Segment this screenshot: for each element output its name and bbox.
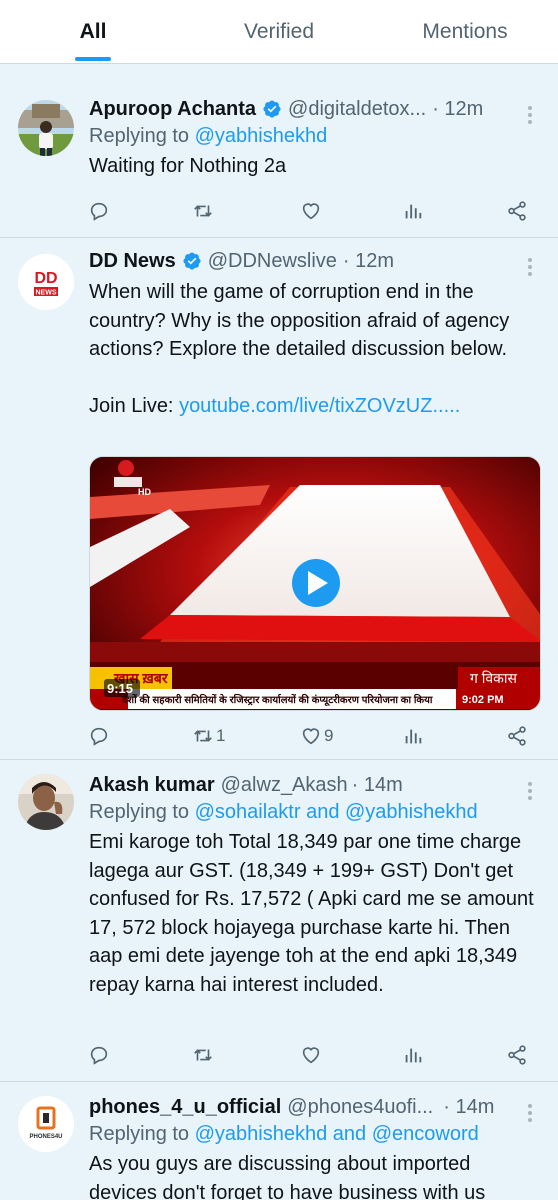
tweet-actions — [88, 198, 530, 224]
heart-icon — [302, 728, 320, 745]
author-handle[interactable]: @alwz_Akash — [221, 772, 348, 798]
tweet-phones4u[interactable]: PHONES4U phones_4_u_official @phones4uof… — [0, 1082, 558, 1200]
share-icon — [508, 1045, 526, 1065]
tweet-text: As you guys are discussing about importe… — [89, 1153, 486, 1200]
avatar[interactable] — [18, 100, 74, 156]
reply-button[interactable] — [88, 198, 110, 224]
tab-mentions[interactable]: Mentions — [372, 0, 558, 63]
more-options-icon[interactable] — [528, 106, 534, 127]
views-button[interactable] — [402, 723, 424, 749]
heart-icon — [302, 1047, 320, 1064]
tweet-time: · 12m — [432, 98, 484, 120]
reply-mention-link[interactable]: @yabhishekhd and @encoword — [195, 1123, 479, 1145]
avatar[interactable]: PHONES4U — [18, 1096, 74, 1152]
tab-verified-label: Verified — [243, 19, 315, 43]
video-preview[interactable]: HD खास ख़बर ग विकास देशों की सहकारी समित… — [89, 456, 541, 711]
author-handle[interactable]: @digitaldetox... — [288, 96, 426, 122]
reply-context: Replying to @sohailaktr and @yabhishekhd — [89, 798, 542, 826]
more-options-icon[interactable] — [528, 1104, 534, 1125]
tweet-time: · 14m — [351, 774, 403, 796]
avatar[interactable] — [18, 774, 74, 830]
retweet-count: 1 — [216, 726, 226, 745]
reply-icon — [90, 1046, 108, 1065]
author-name[interactable]: DD News — [89, 248, 176, 274]
reply-button[interactable] — [88, 1042, 110, 1068]
retweet-button[interactable]: 1 — [192, 723, 225, 749]
views-button[interactable] — [402, 1042, 424, 1068]
heart-icon — [302, 203, 320, 220]
like-button[interactable] — [300, 1042, 322, 1068]
reply-mention-link[interactable]: @sohailaktr and @yabhishekhd — [195, 801, 478, 823]
retweet-icon — [194, 205, 212, 217]
tweet-text: When will the game of corruption end in … — [89, 281, 510, 360]
tweet-apuroop[interactable]: Apuroop Achanta @digitaldetox... · 12m R… — [0, 84, 558, 238]
views-chart-icon — [405, 204, 422, 219]
avatar-logo-text: PHONES4U — [29, 1134, 62, 1140]
tweet-dd-news[interactable]: DD NEWS DD News @DDNewslive · 12m When w… — [0, 238, 558, 760]
avatar-logo-subtext: NEWS — [36, 290, 57, 297]
reply-prefix: Replying to — [89, 801, 190, 823]
views-button[interactable] — [402, 198, 424, 224]
like-button[interactable] — [300, 198, 322, 224]
author-name[interactable]: phones_4_u_official — [89, 1094, 281, 1120]
notification-tabs: All Verified Mentions — [0, 0, 558, 64]
active-tab-indicator — [75, 57, 111, 61]
tweet-header: Akash kumar @alwz_Akash · 14m — [89, 772, 542, 798]
broadcast-clock: 9:02 PM — [462, 694, 504, 706]
share-icon — [508, 201, 526, 221]
ticker-right-label: ग विकास — [470, 670, 518, 686]
verified-badge-icon — [183, 252, 201, 270]
reply-button[interactable] — [88, 723, 110, 749]
author-handle[interactable]: @phones4uofi... — [287, 1094, 433, 1120]
verified-badge-icon — [263, 100, 281, 118]
tweet-akash[interactable]: Akash kumar @alwz_Akash · 14m Replying t… — [0, 760, 558, 1082]
tweet-link-line: Join Live: youtube.com/live/tixZOVzUZ...… — [89, 392, 542, 421]
share-button[interactable] — [506, 723, 528, 749]
avatar[interactable]: DD NEWS — [18, 254, 74, 310]
like-count: 9 — [324, 726, 334, 745]
tab-all[interactable]: All — [0, 0, 186, 63]
reply-icon — [90, 202, 108, 221]
reply-prefix: Replying to — [89, 1123, 190, 1145]
views-chart-icon — [405, 1048, 422, 1063]
video-duration: 9:15 — [107, 681, 133, 696]
tab-all-label: All — [79, 19, 107, 43]
more-options-icon[interactable] — [528, 258, 534, 279]
tab-verified[interactable]: Verified — [186, 0, 372, 63]
avatar-logo-text: DD — [34, 270, 57, 287]
tweet-actions — [88, 1042, 530, 1068]
reply-mention-link[interactable]: @yabhishekhd — [195, 125, 328, 147]
channel-badge: HD — [138, 487, 151, 497]
retweet-button[interactable] — [192, 1042, 214, 1068]
share-button[interactable] — [506, 1042, 528, 1068]
tweet-time: · 12m — [342, 250, 395, 272]
reply-prefix: Replying to — [89, 125, 190, 147]
more-options-icon[interactable] — [528, 782, 534, 803]
tweet-text: Emi karoge toh Total 18,349 par one time… — [89, 831, 534, 996]
tweet-header: phones_4_u_official @phones4uofi... · 14… — [89, 1094, 542, 1120]
retweet-icon — [194, 1049, 212, 1061]
author-handle[interactable]: @DDNewslive — [208, 248, 337, 274]
share-button[interactable] — [506, 198, 528, 224]
tweet-text: Waiting for Nothing 2a — [89, 155, 287, 177]
tweet-header: Apuroop Achanta @digitaldetox... · 12m — [89, 96, 542, 122]
like-button[interactable]: 9 — [300, 723, 333, 749]
ticker-text: देशों की सहकारी समितियों के रजिस्ट्रार क… — [121, 693, 433, 707]
join-live-label: Join Live: — [89, 394, 174, 417]
share-icon — [508, 726, 526, 746]
reply-context: Replying to @yabhishekhd and @encoword — [89, 1120, 542, 1148]
tab-mentions-label: Mentions — [422, 19, 508, 43]
retweet-icon — [194, 730, 212, 742]
views-chart-icon — [405, 729, 422, 744]
retweet-button[interactable] — [192, 198, 214, 224]
youtube-link[interactable]: youtube.com/live/tixZOVzUZ..... — [179, 395, 460, 417]
reply-context: Replying to @yabhishekhd — [89, 122, 542, 150]
author-name[interactable]: Akash kumar — [89, 772, 215, 798]
tweet-actions: 1 9 — [88, 723, 530, 749]
reply-icon — [90, 727, 108, 746]
tweet-header: DD News @DDNewslive · 12m — [89, 248, 542, 274]
tweet-time: · 14m — [443, 1096, 495, 1118]
author-name[interactable]: Apuroop Achanta — [89, 96, 256, 122]
